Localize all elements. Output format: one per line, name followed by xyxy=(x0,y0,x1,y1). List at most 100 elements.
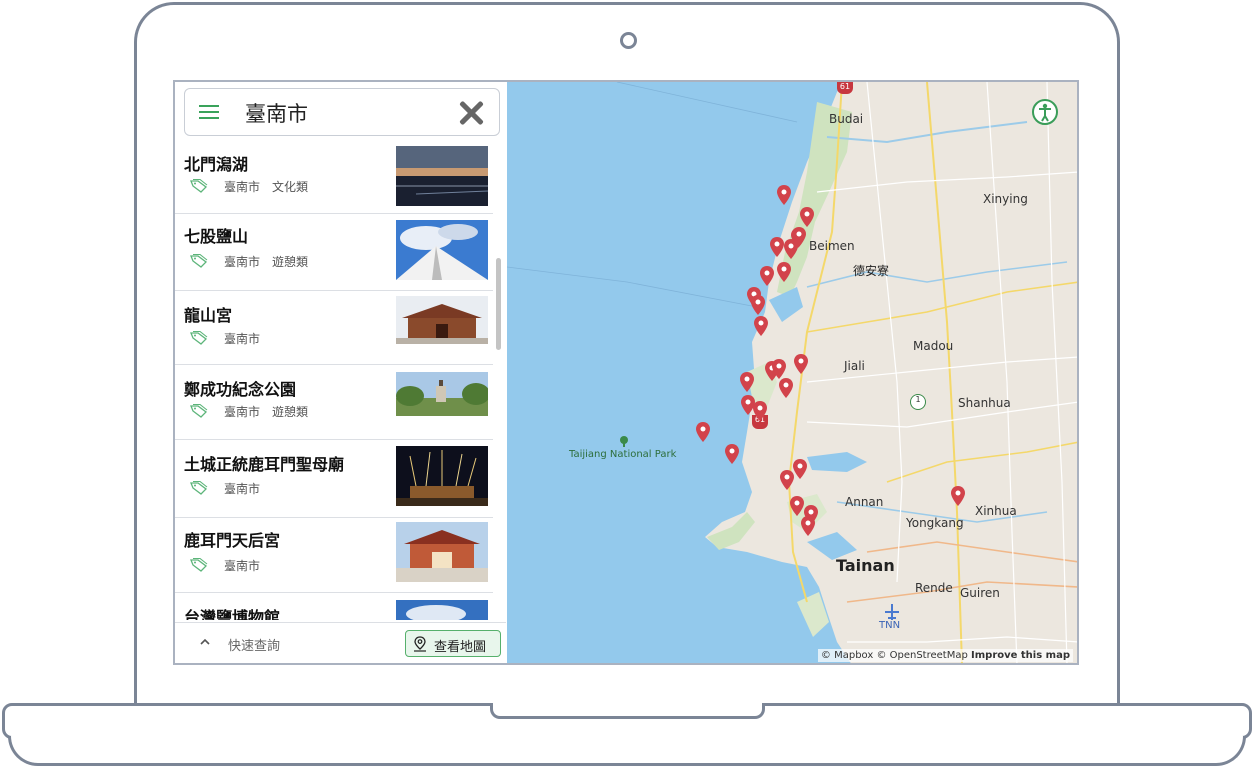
quick-search-toggle[interactable]: 快速查詢 xyxy=(228,635,280,654)
map-pin-icon[interactable] xyxy=(801,516,815,536)
search-bar[interactable]: 臺南市 xyxy=(184,88,500,136)
close-icon[interactable] xyxy=(458,100,484,126)
chevron-up-icon[interactable] xyxy=(200,637,210,647)
laptop-base-bottom xyxy=(8,736,1246,766)
side-panel: 臺南市 北門潟湖 臺南市 文化類 七股鹽山 臺南市 遊憩類 龍山宮 臺南市 鄭成… xyxy=(175,82,508,663)
tag-icon xyxy=(190,179,208,193)
map-label-guiren: Guiren xyxy=(960,586,1000,600)
map-label-annan: Annan xyxy=(845,495,884,509)
thumbnail-fireworks xyxy=(396,446,488,506)
list-item[interactable]: 七股鹽山 臺南市 遊憩類 xyxy=(175,213,493,291)
route-61-shield: 61 xyxy=(837,82,853,94)
route-1-shield: 1 xyxy=(910,394,926,410)
map-label-budai: Budai xyxy=(829,112,864,126)
list-scrollbar[interactable] xyxy=(494,144,502,620)
item-title: 龍山宮 xyxy=(184,306,233,325)
map-label-airport: TNN xyxy=(879,620,901,631)
map-pin-icon[interactable] xyxy=(770,237,784,257)
map-pin-icon[interactable] xyxy=(754,316,768,336)
item-title: 台灣鹽博物館 xyxy=(184,608,281,620)
tag-icon xyxy=(190,254,208,268)
map-pin-icon[interactable] xyxy=(790,496,804,516)
item-title: 七股鹽山 xyxy=(184,227,249,246)
map-pin-icon[interactable] xyxy=(777,262,791,282)
tag-icon xyxy=(190,558,208,572)
list-item[interactable]: 鹿耳門天后宮 臺南市 xyxy=(175,517,493,593)
hamburger-menu-icon[interactable] xyxy=(199,105,219,119)
map-label-shanhua: Shanhua xyxy=(958,396,1011,410)
thumbnail-memorial-park xyxy=(396,372,488,416)
map-label-yongkang: Yongkang xyxy=(906,516,964,530)
laptop-notch xyxy=(490,703,765,719)
tag-city: 臺南市 xyxy=(224,331,261,346)
map-label-rende: Rende xyxy=(915,581,953,595)
tag-icon xyxy=(190,331,208,345)
search-title: 臺南市 xyxy=(245,102,308,126)
tag-category: 文化類 xyxy=(272,179,309,194)
map-label-deanliao: 德安寮 xyxy=(853,264,890,278)
map-attribution[interactable]: © Mapbox © OpenStreetMap Improve this ma… xyxy=(817,649,1073,662)
map-pin-icon[interactable] xyxy=(760,266,774,286)
item-title: 鄭成功紀念公園 xyxy=(184,380,297,399)
tag-category: 遊憩類 xyxy=(272,254,309,269)
item-title: 鹿耳門天后宮 xyxy=(184,531,281,550)
map-pin-icon[interactable] xyxy=(793,459,807,479)
tag-icon xyxy=(190,481,208,495)
map-pin-icon[interactable] xyxy=(794,354,808,374)
tag-city: 臺南市 xyxy=(224,481,261,496)
camera-icon xyxy=(620,32,637,49)
map-label-park: Taijiang National Park xyxy=(569,449,677,460)
thumbnail-salt-museum xyxy=(396,600,488,620)
panel-footer: 快速查詢 查看地圖 xyxy=(175,622,506,663)
map-basemap xyxy=(507,82,1077,663)
item-title: 土城正統鹿耳門聖母廟 xyxy=(184,455,345,474)
scrollbar-thumb[interactable] xyxy=(496,258,501,350)
list-item[interactable]: 龍山宮 臺南市 xyxy=(175,290,493,365)
map-pin-icon[interactable] xyxy=(800,207,814,227)
thumbnail-temple xyxy=(396,296,488,344)
thumbnail-lagoon xyxy=(396,146,488,206)
view-map-button[interactable]: 查看地圖 xyxy=(405,630,501,657)
map-label-xinying: Xinying xyxy=(983,192,1028,206)
map-label-madou: Madou xyxy=(913,339,954,353)
tag-city: 臺南市 xyxy=(224,558,261,573)
tag-row: 臺南市 xyxy=(190,480,272,496)
list-item[interactable]: 北門潟湖 臺南市 文化類 xyxy=(175,144,493,214)
tag-category: 遊憩類 xyxy=(272,404,309,419)
map-label-xinhua: Xinhua xyxy=(975,504,1017,518)
app-screen: 臺南市 北門潟湖 臺南市 文化類 七股鹽山 臺南市 遊憩類 龍山宮 臺南市 鄭成… xyxy=(173,80,1079,665)
map-pin-icon[interactable] xyxy=(780,470,794,490)
map-pin-icon[interactable] xyxy=(740,372,754,392)
map-label-jiali: Jiali xyxy=(844,359,865,373)
list-item[interactable]: 台灣鹽博物館 xyxy=(175,592,493,620)
tag-city: 臺南市 xyxy=(224,404,261,419)
attraction-list: 北門潟湖 臺南市 文化類 七股鹽山 臺南市 遊憩類 龍山宮 臺南市 鄭成功紀念公… xyxy=(175,144,493,620)
map-pin-icon[interactable] xyxy=(751,295,765,315)
thumbnail-salt-mountain xyxy=(396,220,488,280)
map-pin-icon[interactable] xyxy=(779,378,793,398)
map-pin-icon[interactable] xyxy=(951,486,965,506)
list-item[interactable]: 鄭成功紀念公園 臺南市 遊憩類 xyxy=(175,364,493,440)
list-item[interactable]: 土城正統鹿耳門聖母廟 臺南市 xyxy=(175,439,493,518)
map-pin-icon[interactable] xyxy=(753,401,767,421)
map-pin-icon[interactable] xyxy=(772,359,786,379)
map-pin-icon[interactable] xyxy=(792,227,806,247)
view-map-label: 查看地圖 xyxy=(434,640,487,655)
attribution-text[interactable]: © Mapbox © OpenStreetMap xyxy=(821,650,968,661)
accessibility-icon[interactable] xyxy=(1032,99,1058,125)
tag-icon xyxy=(190,404,208,418)
improve-map-link[interactable]: Improve this map xyxy=(971,650,1070,661)
map-view[interactable]: Budai Xinying Beimen 德安寮 Madou Jiali Sha… xyxy=(507,82,1077,663)
map-label-tainan: Tainan xyxy=(836,556,895,575)
item-title: 北門潟湖 xyxy=(184,155,249,174)
thumbnail-tianhou-temple xyxy=(396,522,488,582)
map-label-beimen: Beimen xyxy=(809,239,855,253)
tag-city: 臺南市 xyxy=(224,179,261,194)
map-pin-icon[interactable] xyxy=(696,422,710,442)
map-pin-icon[interactable] xyxy=(777,185,791,205)
tag-city: 臺南市 xyxy=(224,254,261,269)
tag-row: 臺南市 遊憩類 xyxy=(190,403,320,419)
map-pin-icon xyxy=(414,636,426,652)
map-pin-icon[interactable] xyxy=(725,444,739,464)
tag-row: 臺南市 xyxy=(190,330,272,346)
